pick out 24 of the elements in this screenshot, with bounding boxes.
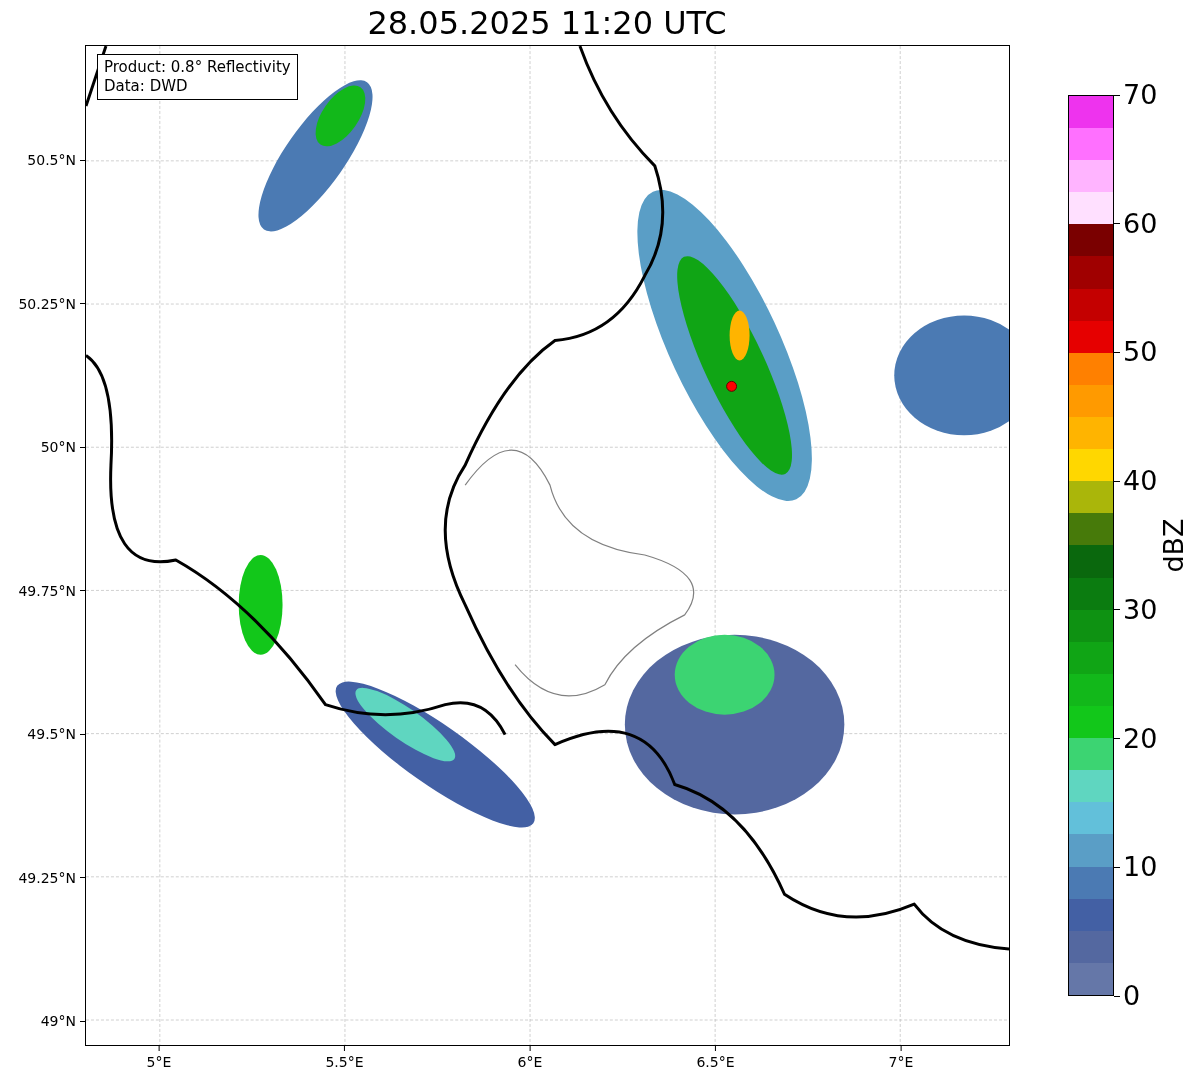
legend-text: Product: 0.8° Reflectivity	[104, 58, 291, 77]
tick-label: 6°E	[517, 1054, 543, 1070]
tick-label: 50.5°N	[27, 152, 76, 168]
tick-label: 6.5°E	[696, 1054, 735, 1070]
axis-label: dBZ	[1157, 518, 1189, 573]
tick-label: 49.75°N	[18, 582, 76, 599]
tick-label: 5.5°E	[325, 1054, 364, 1070]
legend-text: Data: DWD	[104, 77, 189, 96]
tick-label: 70	[1123, 80, 1158, 110]
tick-label: 60	[1123, 208, 1158, 239]
tick-label: 49°N	[40, 1013, 76, 1030]
tick-label: 10	[1123, 852, 1158, 883]
tick-label: 49.25°N	[18, 869, 76, 886]
tick-label: 5°E	[146, 1054, 172, 1070]
tick-label: 40	[1123, 466, 1158, 497]
tick-label: 50	[1123, 337, 1158, 368]
tick-label: 20	[1123, 723, 1158, 754]
tick-label: 0	[1123, 981, 1141, 1011]
tick-label: 49.5°N	[27, 726, 76, 742]
tick-label: 50.25°N	[18, 295, 76, 312]
tick-label: 50°N	[40, 439, 76, 455]
tick-label: 30	[1123, 594, 1158, 625]
chart-title: 28.05.2025 11:20 UTC	[367, 3, 727, 44]
tick-label: 7°E	[888, 1054, 914, 1070]
